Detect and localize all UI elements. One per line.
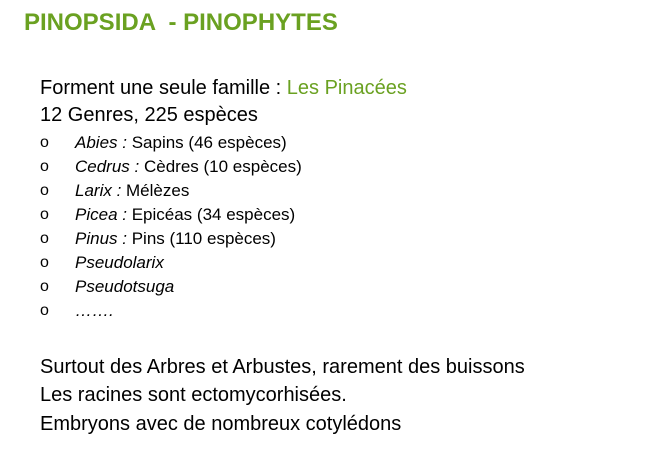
genus-name: ……. xyxy=(75,301,114,320)
genus-description: Cèdres (10 espèces) xyxy=(139,157,302,176)
list-item: o Larix : Mélèzes xyxy=(40,179,302,203)
list-item: o Picea : Epicéas (34 espèces) xyxy=(40,203,302,227)
genus-description: Mélèzes xyxy=(121,181,190,200)
list-item: o Pinus : Pins (110 espèces) xyxy=(40,227,302,251)
list-item: o Abies : Sapins (46 espèces) xyxy=(40,131,302,155)
genus-description: Epicéas (34 espèces) xyxy=(126,205,296,224)
genus-name: Picea : xyxy=(75,205,127,224)
genus-description: Pins (110 espèces) xyxy=(126,229,276,248)
list-item: o Pseudotsuga xyxy=(40,275,302,299)
genus-name: Pseudolarix xyxy=(75,253,164,272)
note-line: Embryons avec de nombreux cotylédons xyxy=(40,413,402,435)
bullet-icon: o xyxy=(40,254,49,271)
bullet-icon: o xyxy=(40,182,49,199)
genus-name: Pinus : xyxy=(75,229,127,248)
genus-description: Sapins (46 espèces) xyxy=(126,133,287,152)
bullet-icon: o xyxy=(40,278,49,295)
page-title: PINOPSIDA - PINOPHYTES xyxy=(24,9,338,36)
family-line: Forment une seule famille : Les Pinacées xyxy=(40,76,407,100)
genus-name: Cedrus : xyxy=(75,157,140,176)
bullet-icon: o xyxy=(40,302,49,319)
genus-name: Abies : xyxy=(75,133,127,152)
list-item: o ……. xyxy=(40,299,302,323)
genus-name: Larix : xyxy=(75,181,122,200)
list-item: o Cedrus : Cèdres (10 espèces) xyxy=(40,155,302,179)
genera-list: o Abies : Sapins (46 espèces) o Cedrus : C… xyxy=(40,131,302,323)
family-prefix: Forment une seule famille : xyxy=(40,77,287,99)
bullet-icon: o xyxy=(40,134,49,151)
bullet-icon: o xyxy=(40,158,49,175)
list-item: o Pseudolarix xyxy=(40,251,302,275)
bullet-icon: o xyxy=(40,206,49,223)
bullet-icon: o xyxy=(40,230,49,247)
note-line: Surtout des Arbres et Arbustes, rarement… xyxy=(40,356,525,378)
family-name: Les Pinacées xyxy=(286,77,407,99)
note-line: Les racines sont ectomycorhisées. xyxy=(40,384,347,406)
genus-name: Pseudotsuga xyxy=(75,277,175,296)
counts-line: 12 Genres, 225 espèces xyxy=(40,104,258,126)
